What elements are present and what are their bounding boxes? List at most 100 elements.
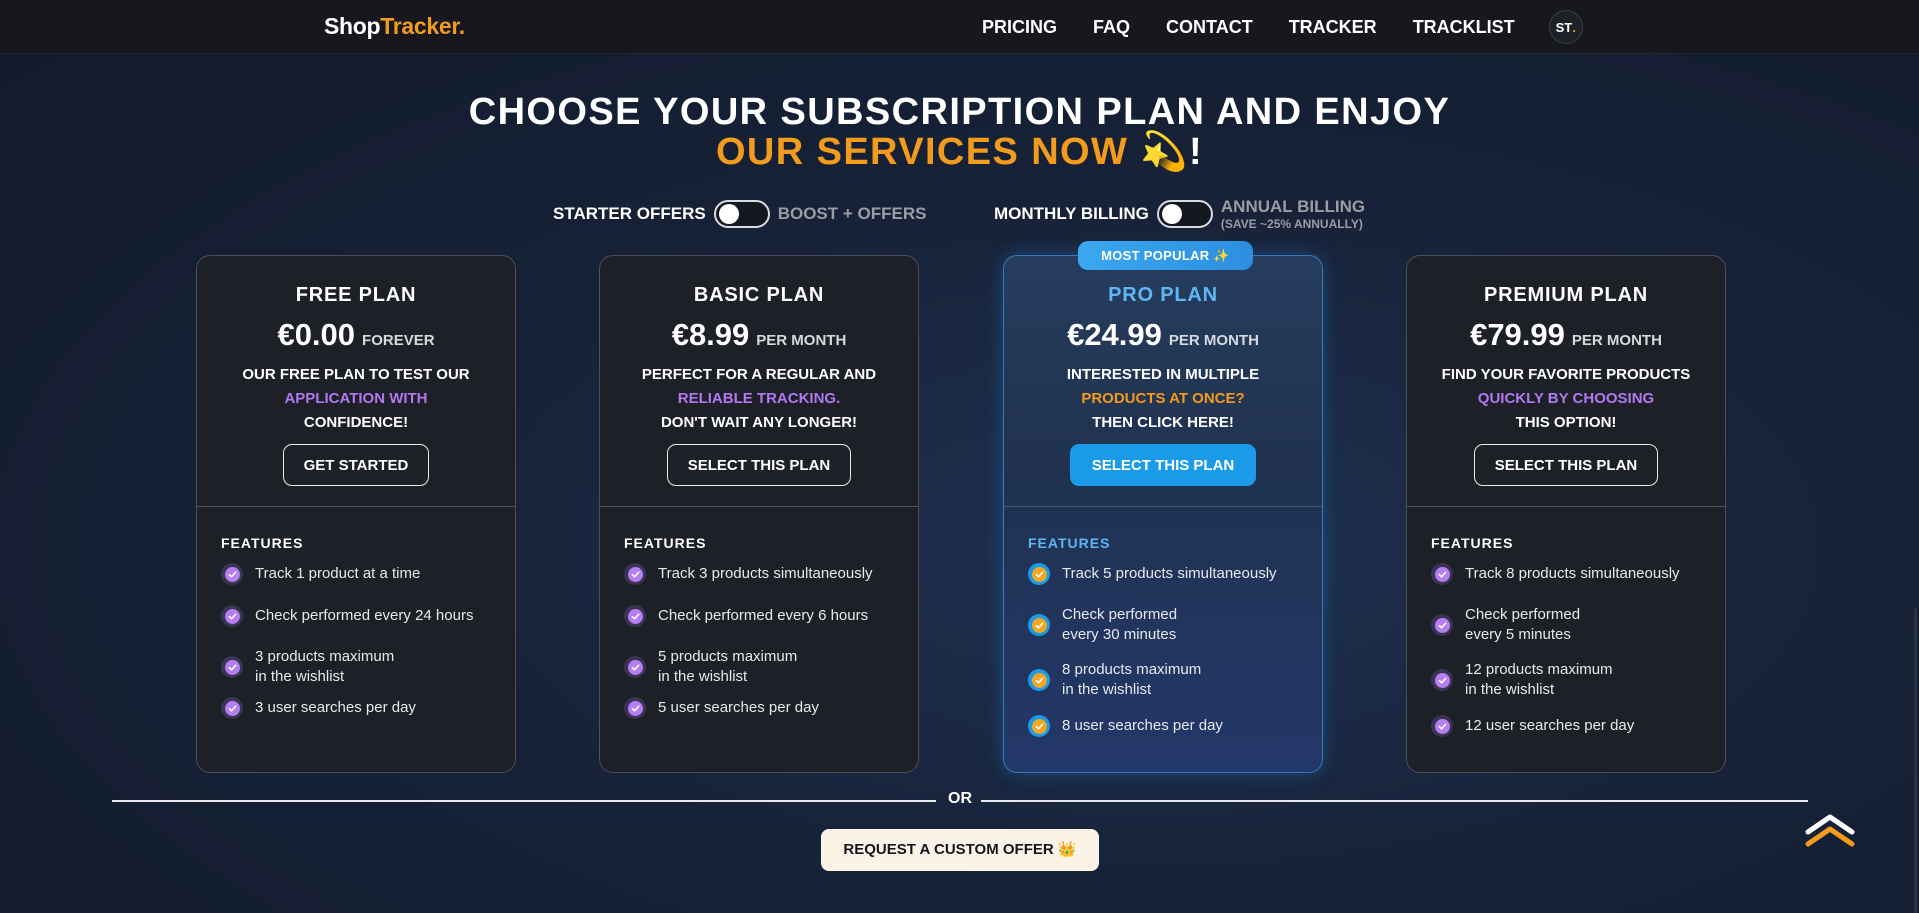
plan-desc-line-2: RELIABLE TRACKING. bbox=[677, 390, 841, 407]
plan-card-header: BASIC PLAN €8.99 PER MONTH PERFECT FOR A… bbox=[600, 256, 918, 507]
dizzy-star-icon: 💫 bbox=[1140, 131, 1189, 173]
feature-text: Check performed every 5 minutes bbox=[1465, 606, 1581, 643]
avatar-initials: ST bbox=[1555, 19, 1573, 35]
feature-text: 12 user searches per day bbox=[1465, 717, 1635, 734]
feature-item: Check performed every 6 hours bbox=[624, 605, 918, 627]
select-plan-button[interactable]: SELECT THIS PLAN bbox=[666, 444, 852, 486]
feature-text: Track 5 products simultaneously bbox=[1062, 565, 1277, 582]
features-title: FEATURES bbox=[1431, 535, 1514, 551]
nav-link-pricing[interactable]: PRICING bbox=[982, 17, 1057, 38]
nav-link-tracklist[interactable]: TRACKLIST bbox=[1413, 17, 1515, 38]
feature-item: Track 8 products simultaneously bbox=[1431, 563, 1725, 585]
nav-links: PRICING FAQ CONTACT TRACKER TRACKLIST ST… bbox=[982, 0, 1583, 54]
scrollbar-thumb[interactable] bbox=[1914, 608, 1917, 913]
feature-text: 5 products maximum in the wishlist bbox=[658, 648, 798, 685]
checkmark-icon bbox=[1028, 715, 1050, 737]
annual-billing-savings: (SAVE ~25% ANNUALLY) bbox=[1220, 216, 1363, 231]
plan-desc-line-1: INTERESTED IN MULTIPLE bbox=[1066, 366, 1260, 383]
plan-price: €8.99 bbox=[671, 317, 750, 352]
feature-text: 12 products maximum in the wishlist bbox=[1465, 661, 1613, 698]
checkmark-icon bbox=[624, 563, 646, 585]
logo[interactable]: ShopTracker. bbox=[324, 13, 465, 40]
select-plan-button[interactable]: SELECT THIS PLAN bbox=[1473, 444, 1659, 486]
user-avatar[interactable]: ST. bbox=[1548, 10, 1583, 44]
checkmark-icon bbox=[1431, 614, 1453, 636]
avatar-dot: . bbox=[1572, 19, 1576, 35]
boost-offers-label: BOOST + OFFERS bbox=[777, 204, 927, 223]
monthly-billing-label: MONTHLY BILLING bbox=[994, 204, 1149, 223]
most-popular-badge: MOST POPULAR ✨ bbox=[1078, 241, 1253, 270]
logo-text-shop: Shop bbox=[324, 13, 381, 39]
billing-toggle[interactable] bbox=[1156, 200, 1213, 228]
plan-price-row: €24.99 PER MONTH bbox=[1004, 317, 1322, 353]
headline-accent: OUR SERVICES NOW bbox=[715, 131, 1129, 173]
plan-desc-line-2: APPLICATION WITH bbox=[284, 390, 428, 407]
feature-item: 5 user searches per day bbox=[624, 697, 918, 719]
checkmark-icon bbox=[221, 605, 243, 627]
feature-item: Track 5 products simultaneously bbox=[1028, 563, 1322, 585]
checkmark-icon bbox=[624, 656, 646, 678]
feature-item: Track 1 product at a time bbox=[221, 563, 515, 585]
plan-features: FEATURES Track 5 products simultaneously… bbox=[1004, 507, 1322, 737]
features-list: Track 8 products simultaneously Check per… bbox=[1431, 563, 1725, 737]
feature-text: Check performed every 30 minutes bbox=[1062, 606, 1178, 643]
plan-card-free-plan: FREE PLAN €0.00 FOREVER OUR FREE PLAN TO… bbox=[196, 255, 516, 773]
logo-text-tracker: Tracker. bbox=[380, 13, 465, 39]
custom-offer-label: REQUEST A CUSTOM OFFER bbox=[843, 841, 1054, 858]
features-list: Track 1 product at a time Check performed… bbox=[221, 563, 515, 719]
nav-link-tracker[interactable]: TRACKER bbox=[1289, 17, 1377, 38]
features-list: Track 5 products simultaneously Check per… bbox=[1028, 563, 1322, 737]
plan-period: PER MONTH bbox=[1168, 332, 1259, 349]
plan-desc-line-2: QUICKLY BY CHOOSING bbox=[1477, 390, 1655, 407]
plan-description: INTERESTED IN MULTIPLE PRODUCTS AT ONCE?… bbox=[1004, 363, 1322, 435]
request-custom-offer-button[interactable]: REQUEST A CUSTOM OFFER 👑 bbox=[821, 829, 1099, 871]
plan-desc-line-1: OUR FREE PLAN TO TEST OUR bbox=[242, 366, 470, 383]
feature-item: Track 3 products simultaneously bbox=[624, 563, 918, 585]
plan-price-row: €8.99 PER MONTH bbox=[600, 317, 918, 353]
select-plan-button[interactable]: GET STARTED bbox=[282, 444, 430, 486]
top-navbar: ShopTracker. PRICING FAQ CONTACT TRACKER… bbox=[0, 0, 1919, 54]
plan-features: FEATURES Track 8 products simultaneously… bbox=[1407, 507, 1725, 737]
nav-link-faq[interactable]: FAQ bbox=[1093, 17, 1130, 38]
plan-card-premium-plan: PREMIUM PLAN €79.99 PER MONTH FIND YOUR … bbox=[1406, 255, 1726, 773]
checkmark-icon bbox=[221, 697, 243, 719]
offers-toggle-group: STARTER OFFERS BOOST + OFFERS bbox=[553, 199, 926, 229]
plan-desc-line-2: PRODUCTS AT ONCE? bbox=[1081, 390, 1245, 407]
plan-name: FREE PLAN bbox=[295, 284, 417, 306]
plan-period: FOREVER bbox=[362, 332, 435, 349]
or-label: OR bbox=[948, 790, 972, 807]
plan-description: OUR FREE PLAN TO TEST OUR APPLICATION WI… bbox=[197, 363, 515, 435]
scroll-to-top-icon[interactable] bbox=[1804, 812, 1856, 848]
checkmark-icon bbox=[624, 697, 646, 719]
features-title: FEATURES bbox=[221, 535, 304, 551]
feature-text: 3 user searches per day bbox=[255, 699, 416, 716]
plan-name: PRO PLAN bbox=[1108, 284, 1218, 306]
plan-name: BASIC PLAN bbox=[693, 284, 825, 306]
checkmark-icon bbox=[1431, 669, 1453, 691]
feature-item: 8 user searches per day bbox=[1028, 715, 1322, 737]
or-divider-right bbox=[981, 800, 1808, 802]
headline-line-2: OUR SERVICES NOW 💫! bbox=[0, 132, 1919, 172]
offers-toggle[interactable] bbox=[713, 200, 770, 228]
nav-link-contact[interactable]: CONTACT bbox=[1166, 17, 1253, 38]
feature-item: Check performed every 5 minutes bbox=[1431, 605, 1725, 645]
checkmark-icon bbox=[1431, 715, 1453, 737]
feature-text: 8 user searches per day bbox=[1062, 717, 1223, 734]
feature-text: Check performed every 6 hours bbox=[658, 607, 869, 624]
plan-description: FIND YOUR FAVORITE PRODUCTS QUICKLY BY C… bbox=[1407, 363, 1725, 435]
plan-card-header: FREE PLAN €0.00 FOREVER OUR FREE PLAN TO… bbox=[197, 256, 515, 507]
annual-billing-label: ANNUAL BILLING (SAVE ~25% ANNUALLY) bbox=[1220, 196, 1366, 231]
annual-billing-title: ANNUAL BILLING bbox=[1220, 196, 1366, 216]
features-list: Track 3 products simultaneously Check per… bbox=[624, 563, 918, 719]
page-headline: CHOOSE YOUR SUBSCRIPTION PLAN AND ENJOY … bbox=[0, 92, 1919, 172]
plan-card-header: PRO PLAN €24.99 PER MONTH INTERESTED IN … bbox=[1004, 256, 1322, 507]
plan-desc-line-1: FIND YOUR FAVORITE PRODUCTS bbox=[1441, 366, 1691, 383]
checkmark-icon bbox=[1028, 614, 1050, 636]
crown-icon: 👑 bbox=[1057, 841, 1077, 858]
select-plan-button[interactable]: SELECT THIS PLAN bbox=[1069, 444, 1257, 486]
feature-text: 5 user searches per day bbox=[658, 699, 819, 716]
toggle-knob bbox=[718, 204, 739, 224]
plan-desc-line-3: DON'T WAIT ANY LONGER! bbox=[660, 414, 858, 431]
checkmark-icon bbox=[221, 563, 243, 585]
plan-name: PREMIUM PLAN bbox=[1483, 284, 1649, 306]
